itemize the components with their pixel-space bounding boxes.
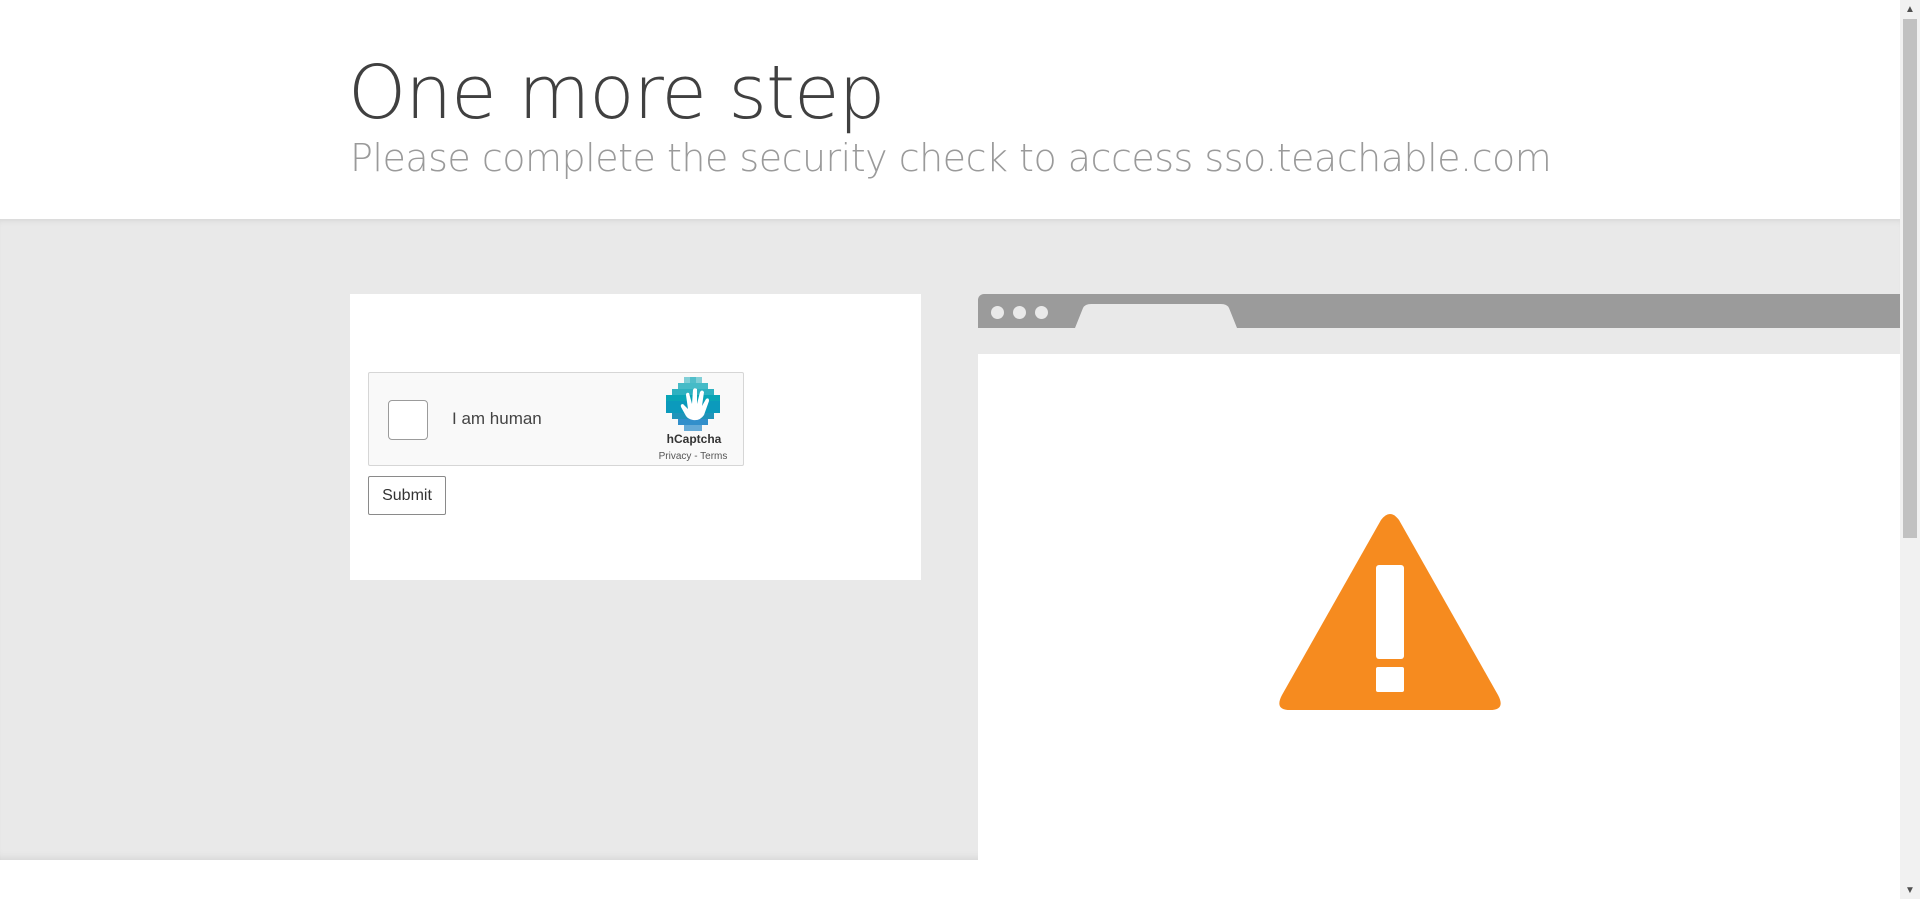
security-check-form: I am human hCaptcha Privacy - Terms Subm… [350,294,921,580]
window-dot-icon [1013,306,1026,319]
vertical-scrollbar[interactable]: ▲ ▼ [1900,0,1920,899]
terms-link[interactable]: Terms [700,451,727,462]
page-title: One more step [348,50,885,136]
submit-button[interactable]: Submit [368,476,446,515]
page-header: One more step Please complete the securi… [0,0,1900,219]
scroll-up-arrow-icon[interactable]: ▲ [1900,0,1920,18]
scroll-down-arrow-icon[interactable]: ▼ [1900,881,1920,899]
footer-area [0,860,1900,899]
hcaptcha-links: Privacy - Terms [641,451,745,462]
hcaptcha-brand: hCaptcha [666,432,722,446]
browser-tab-icon [1075,304,1237,328]
captcha-checkbox[interactable] [388,400,428,440]
window-dot-icon [991,306,1004,319]
browser-toolbar [978,328,1900,354]
page-subtitle: Please complete the security check to ac… [350,136,1552,180]
scrollbar-thumb[interactable] [1903,19,1917,538]
warning-triangle-icon [1279,514,1501,710]
hcaptcha-logo-icon [666,377,720,431]
window-dot-icon [1035,306,1048,319]
privacy-link[interactable]: Privacy [659,451,692,462]
browser-titlebar [978,294,1900,328]
captcha-checkbox-label: I am human [452,409,542,428]
hcaptcha-widget: I am human hCaptcha Privacy - Terms [368,372,744,466]
link-separator: - [691,451,701,462]
